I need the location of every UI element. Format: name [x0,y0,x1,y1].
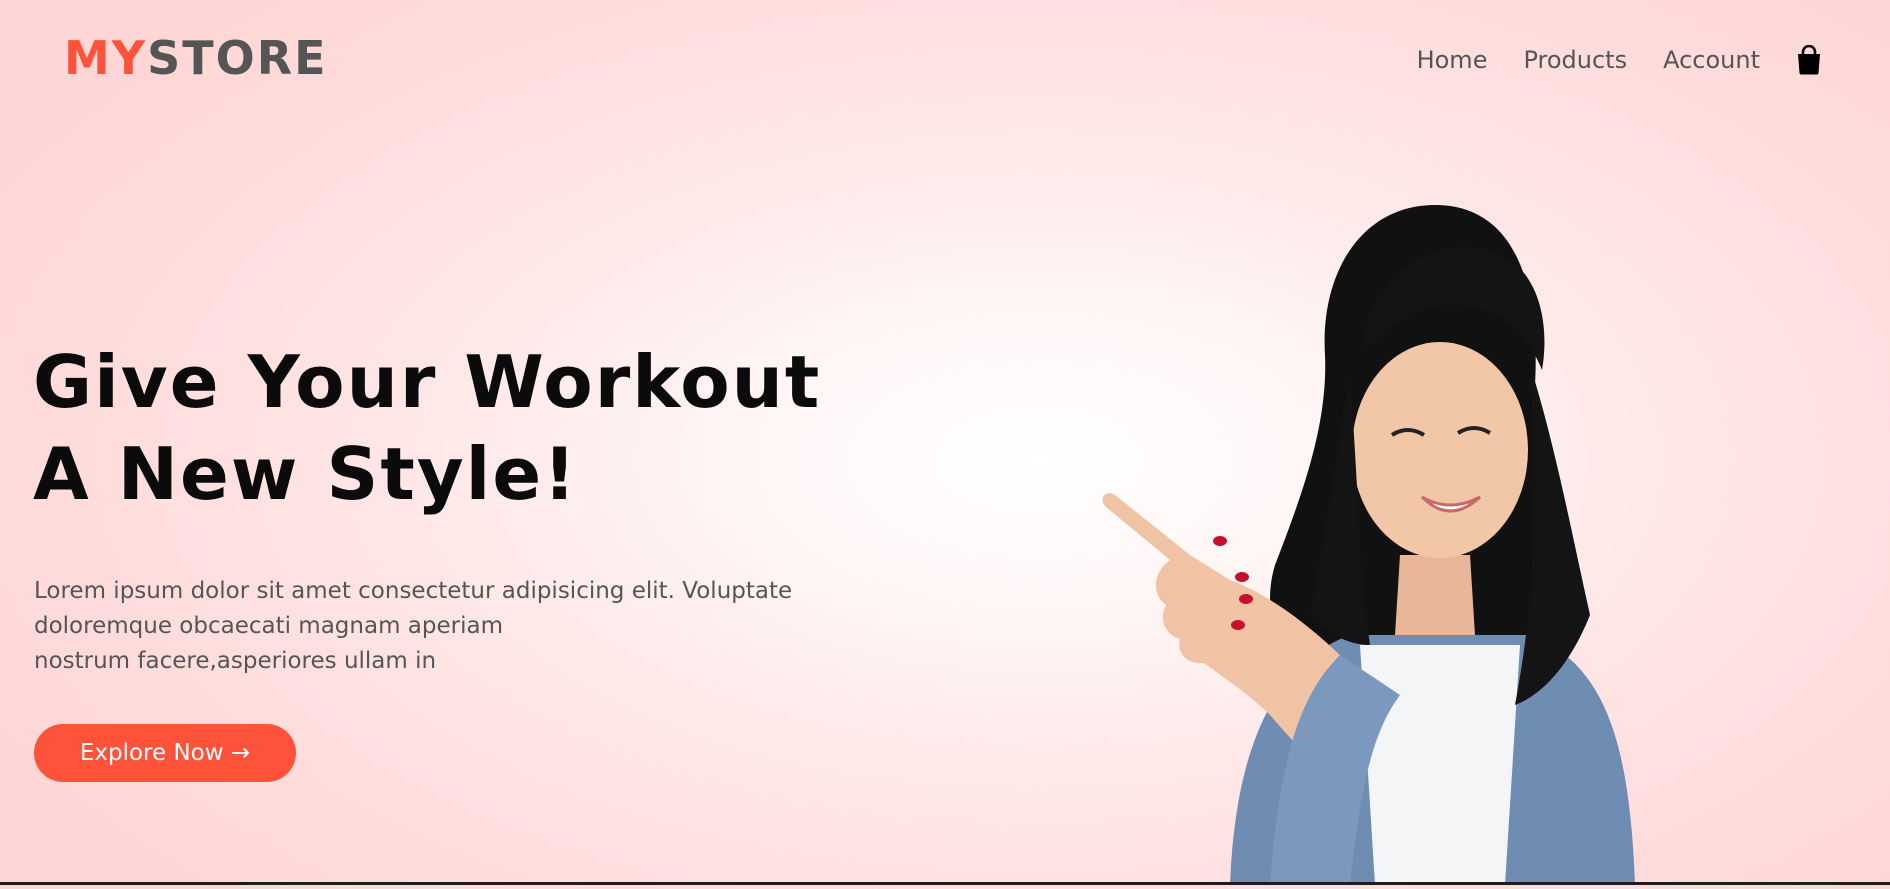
hero-title-line: Give Your Workout [33,340,822,424]
logo-text: STORE [147,31,328,85]
hero-image [930,195,1870,885]
logo[interactable]: MYSTORE [64,30,328,86]
hero-title-line: A New Style! [33,432,579,516]
nav-link-home[interactable]: Home [1417,42,1488,78]
nav-link-account[interactable]: Account [1663,42,1760,78]
hero-description: Lorem ipsum dolor sit amet consectetur a… [34,574,884,679]
hero-title: Give Your Workout A New Style! [33,336,883,520]
explore-now-button[interactable]: Explore Now → [34,724,296,782]
hero-description-line: doloremque obcaecati magnam aperiam [34,613,503,639]
hero-description-line: Lorem ipsum dolor sit amet consectetur a… [34,578,793,604]
navbar: MYSTORE Home Products Account [0,0,1890,120]
shopping-bag-icon[interactable] [1796,44,1822,75]
logo-text-accent: MY [64,31,148,85]
hero-description-line: nostrum facere,asperiores ullam in [34,648,437,674]
nav-menu: Home Products Account [1417,42,1890,78]
nav-link-products[interactable]: Products [1523,42,1627,78]
